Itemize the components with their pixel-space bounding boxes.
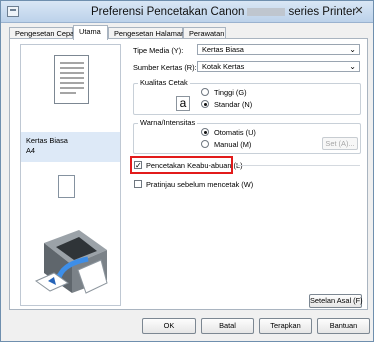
color-auto-radio[interactable] (201, 128, 209, 136)
close-icon[interactable]: ✕ (352, 5, 366, 18)
grayscale-separator (236, 165, 360, 166)
color-intensity-title: Warna/Intensitas (138, 118, 198, 127)
set-button[interactable]: Set (A)... (322, 137, 358, 150)
color-manual-radio[interactable] (201, 140, 209, 148)
paper-icon (58, 175, 75, 198)
print-preferences-window: Preferensi Pencetakan Canon series Printe… (0, 0, 374, 342)
quality-high-label[interactable]: Tinggi (G) (214, 88, 247, 97)
media-type-value: Kertas Biasa (202, 45, 244, 54)
quality-standard-label[interactable]: Standar (N) (214, 100, 252, 109)
ok-button[interactable]: OK (142, 318, 196, 334)
window-title: Preferensi Pencetakan Canon series Printe… (91, 6, 356, 18)
color-intensity-group: Warna/Intensitas Otomatis (U) Manual (M)… (133, 118, 361, 154)
quality-high-radio[interactable] (201, 88, 209, 96)
apply-button[interactable]: Terapkan (259, 318, 312, 334)
media-type-label: Tipe Media (Y): (133, 46, 184, 55)
checkmark-icon: ✓ (135, 161, 142, 170)
tab-main[interactable]: Utama (73, 25, 108, 40)
quality-standard-radio[interactable] (201, 100, 209, 108)
window-title-prefix: Preferensi Pencetakan Canon (91, 6, 245, 18)
paper-source-label: Sumber Kertas (R): (133, 63, 197, 72)
preview-size-text: A4 (26, 146, 36, 155)
grayscale-label[interactable]: Pencetakan Keabu-abuan (L) (146, 161, 243, 170)
redacted-model-name (247, 8, 286, 16)
printer-illustration (34, 230, 108, 294)
title-bar: Preferensi Pencetakan Canon series Printe… (1, 1, 373, 23)
paper-source-value: Kotak Kertas (202, 62, 245, 71)
document-preview-icon (54, 55, 89, 104)
color-manual-label[interactable]: Manual (M) (214, 140, 251, 149)
grayscale-checkbox[interactable]: ✓ (134, 161, 142, 170)
quality-letter-icon: a (176, 96, 190, 111)
main-tab-panel: Kertas Biasa A4 Tipe Media (Y): Kertas B… (9, 38, 368, 310)
printer-icon (7, 6, 19, 17)
window-title-suffix: series Printer (288, 6, 357, 18)
paper-source-dropdown[interactable]: Kotak Kertas ⌄ (197, 61, 360, 72)
chevron-down-icon: ⌄ (349, 45, 356, 54)
preview-caption: Kertas Biasa A4 (21, 132, 120, 162)
print-quality-title: Kualitas Cetak (138, 78, 190, 87)
preview-media-text: Kertas Biasa (26, 136, 68, 145)
print-quality-group: Kualitas Cetak a Tinggi (G) Standar (N) (133, 78, 361, 115)
chevron-down-icon: ⌄ (349, 62, 356, 71)
color-auto-label[interactable]: Otomatis (U) (214, 128, 256, 137)
preview-before-print-checkbox[interactable] (134, 180, 142, 188)
cancel-button[interactable]: Batal (201, 318, 254, 334)
defaults-button[interactable]: Setelan Asal (F) (309, 294, 363, 308)
help-button[interactable]: Bantuan (317, 318, 370, 334)
preview-before-print-label[interactable]: Pratinjau sebelum mencetak (W) (146, 180, 253, 189)
preview-pane: Kertas Biasa A4 (20, 44, 121, 306)
media-type-dropdown[interactable]: Kertas Biasa ⌄ (197, 44, 360, 55)
